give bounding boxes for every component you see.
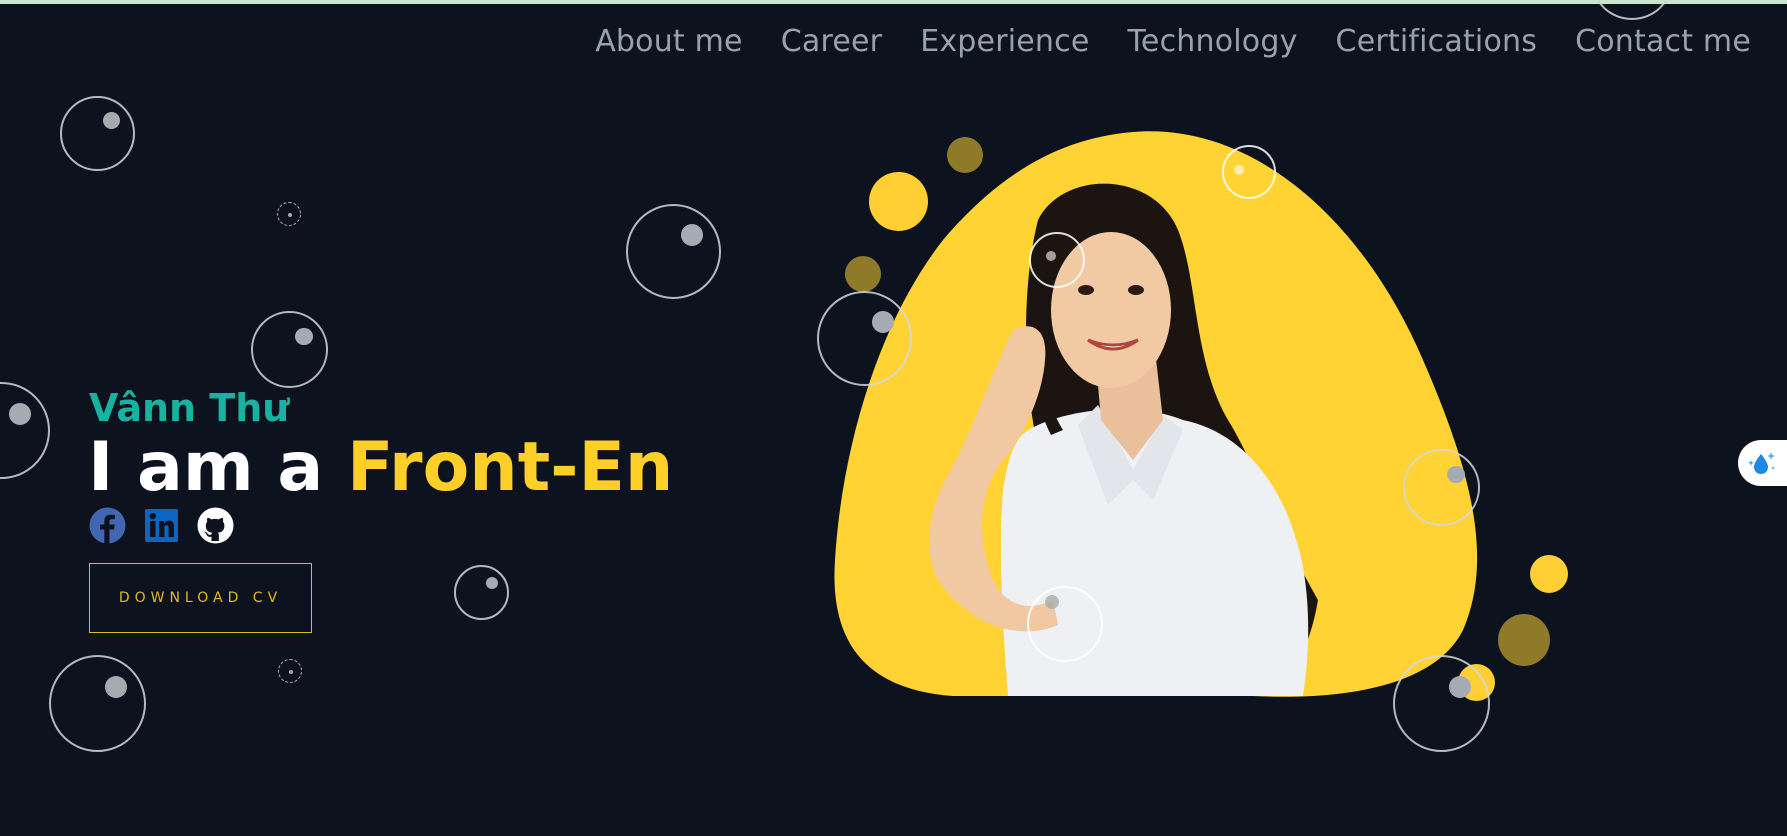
bubble-decoration (0, 382, 50, 479)
floating-widget-button[interactable] (1738, 440, 1787, 486)
nav-item-technology[interactable]: Technology (1128, 24, 1298, 59)
social-links (89, 507, 234, 544)
top-strip (0, 0, 1787, 4)
download-cv-button[interactable]: DOWNLOAD CV (89, 563, 312, 633)
hero-title-role: Front-En (346, 428, 674, 507)
github-icon[interactable] (197, 507, 234, 544)
nav-item-about[interactable]: About me (595, 24, 743, 59)
bubble-dot (1234, 165, 1244, 175)
yellow-dot-decoration (1530, 555, 1568, 593)
main-nav: About me Career Experience Technology Ce… (595, 24, 1751, 59)
bubble-decoration (49, 655, 146, 752)
bubble-decoration (251, 311, 328, 388)
linkedin-icon[interactable] (143, 507, 180, 544)
bubble-decoration (277, 202, 301, 226)
olive-dot-decoration (1498, 614, 1550, 666)
bubble-decoration (454, 565, 509, 620)
bubble-decoration (1592, 0, 1672, 20)
hero-title-prefix: I am a (88, 428, 347, 507)
nav-item-certifications[interactable]: Certifications (1336, 24, 1538, 59)
hero-name: Vânn Thư (89, 386, 290, 430)
bubble-decoration (60, 96, 135, 171)
bubble-dot (1046, 251, 1056, 261)
eye-left (1078, 285, 1094, 295)
portfolio-page: About me Career Experience Technology Ce… (0, 0, 1787, 836)
eye-right (1128, 285, 1144, 295)
nav-item-contact[interactable]: Contact me (1575, 24, 1751, 59)
hero-title: I am a Front-En (88, 428, 673, 508)
bubble-decoration (1403, 449, 1480, 526)
sparkle-drop-icon (1747, 452, 1775, 474)
bubble-decoration (278, 659, 302, 683)
bubble-decoration (817, 291, 912, 386)
face-shape (1051, 232, 1171, 388)
bubble-decoration (626, 204, 721, 299)
nav-item-career[interactable]: Career (781, 24, 882, 59)
nav-item-experience[interactable]: Experience (920, 24, 1089, 59)
bubble-dot (1045, 595, 1059, 609)
bubble-decoration (1393, 655, 1490, 752)
portrait-blob (834, 131, 1478, 697)
facebook-icon[interactable] (89, 507, 126, 544)
